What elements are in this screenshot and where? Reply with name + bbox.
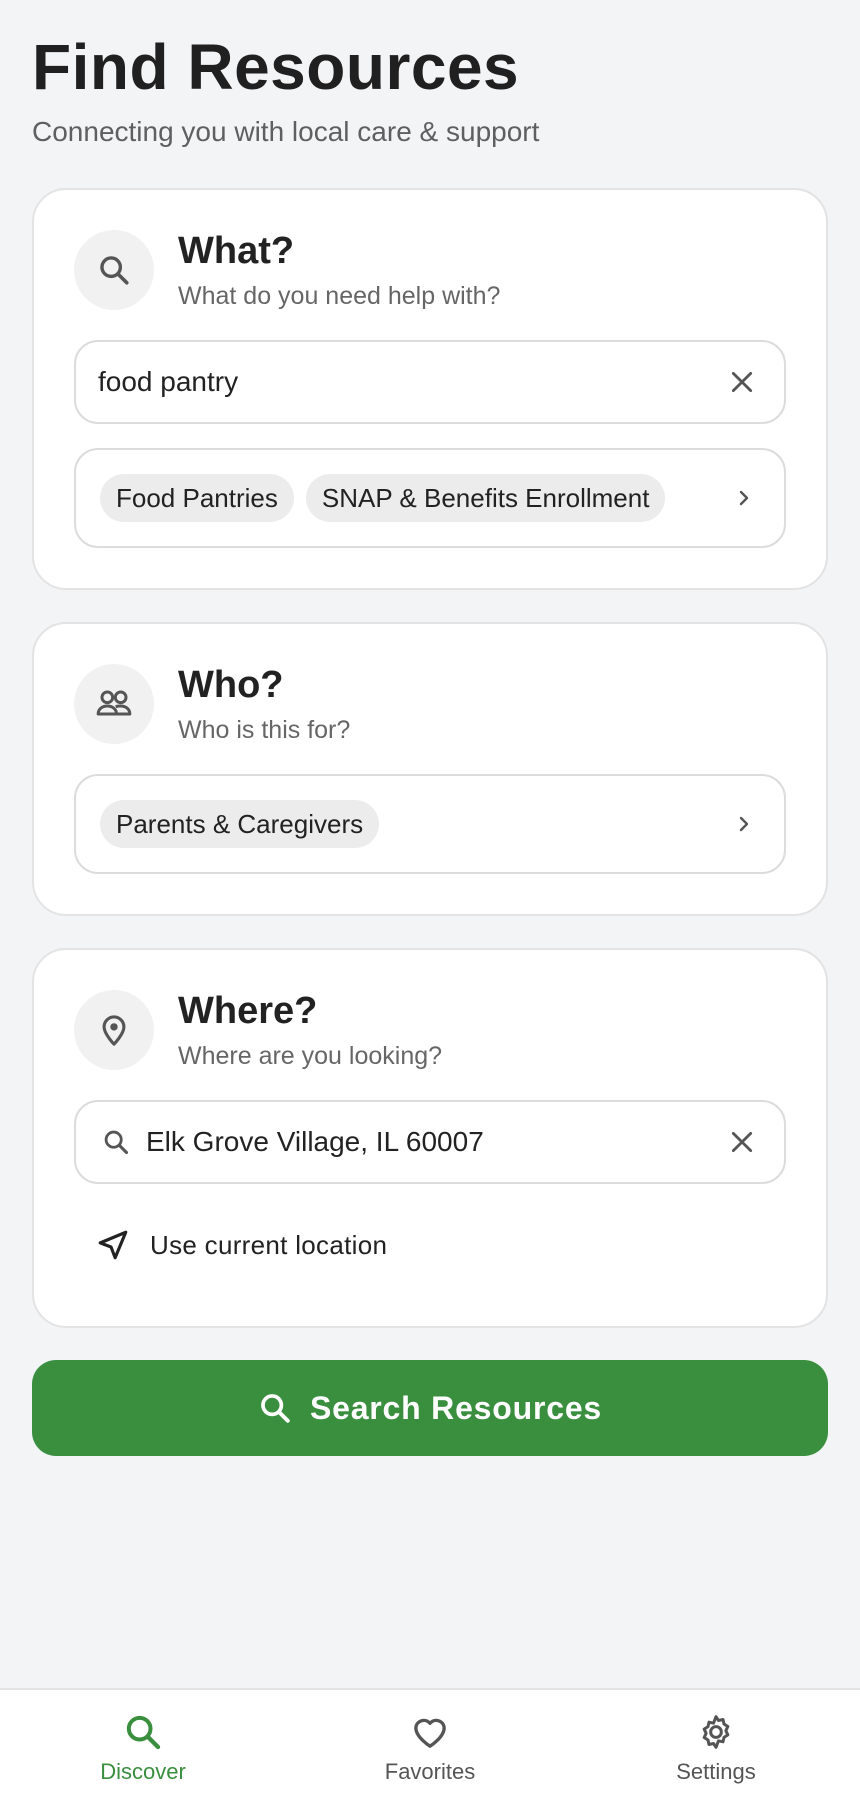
who-card-header: Who? Who is this for?	[74, 664, 350, 745]
gear-icon	[636, 1712, 796, 1757]
location-input[interactable]: Elk Grove Village, IL 60007	[74, 1100, 786, 1184]
heart-icon	[350, 1712, 510, 1757]
where-subtitle: Where are you looking?	[178, 1042, 443, 1070]
nav-favorites-label[interactable]: Favorites	[350, 1759, 510, 1785]
search-icon	[74, 230, 154, 310]
who-subtitle: Who is this for?	[178, 716, 351, 744]
what-card-header: What? What do you need help with?	[74, 230, 500, 311]
search-icon	[258, 1391, 292, 1425]
nav-settings-label[interactable]: Settings	[636, 1759, 796, 1785]
where-card: Where? Where are you looking? Elk Grove …	[32, 948, 828, 1328]
audience-chip[interactable]: Parents & Caregivers	[100, 800, 380, 848]
page-title: Find Resources	[32, 31, 520, 103]
use-current-location-label[interactable]: Use current location	[150, 1230, 387, 1261]
chevron-right-icon[interactable]	[732, 486, 756, 510]
map-pin-icon	[74, 990, 154, 1070]
what-card: What? What do you need help with? food p…	[32, 188, 828, 590]
chevron-right-icon[interactable]	[732, 812, 756, 836]
bottom-nav: Discover Favorites Settings	[0, 1688, 860, 1800]
navigation-arrow-icon	[96, 1228, 130, 1262]
nav-discover[interactable]: Discover	[63, 1712, 223, 1785]
who-card: Who? Who is this for? Parents & Caregive…	[32, 622, 828, 916]
what-subtitle: What do you need help with?	[178, 282, 501, 310]
category-chip[interactable]: Food Pantries	[100, 474, 294, 522]
clear-icon[interactable]	[724, 364, 760, 400]
search-resources-label[interactable]: Search Resources	[310, 1390, 602, 1427]
use-current-location-button[interactable]: Use current location	[96, 1228, 387, 1262]
clear-icon[interactable]	[724, 1124, 760, 1160]
people-icon	[74, 664, 154, 744]
page-subtitle: Connecting you with local care & support	[32, 116, 540, 147]
search-icon	[102, 1128, 130, 1156]
what-input-value[interactable]: food pantry	[98, 366, 238, 398]
search-resources-button[interactable]: Search Resources	[32, 1360, 828, 1456]
who-title: Who?	[178, 664, 284, 706]
nav-settings[interactable]: Settings	[636, 1712, 796, 1785]
location-input-value[interactable]: Elk Grove Village, IL 60007	[146, 1126, 484, 1158]
who-audience-selector[interactable]: Parents & Caregivers	[74, 774, 786, 874]
nav-favorites[interactable]: Favorites	[350, 1712, 510, 1785]
nav-discover-label[interactable]: Discover	[63, 1759, 223, 1785]
search-icon	[63, 1712, 223, 1757]
page-header: Find Resources Connecting you with local…	[32, 34, 539, 148]
what-search-input[interactable]: food pantry	[74, 340, 786, 424]
what-title: What?	[178, 230, 295, 272]
where-title: Where?	[178, 990, 318, 1032]
category-chip[interactable]: SNAP & Benefits Enrollment	[305, 474, 666, 522]
what-category-selector[interactable]: Food Pantries SNAP & Benefits Enrollment	[74, 448, 786, 548]
where-card-header: Where? Where are you looking?	[74, 990, 442, 1071]
